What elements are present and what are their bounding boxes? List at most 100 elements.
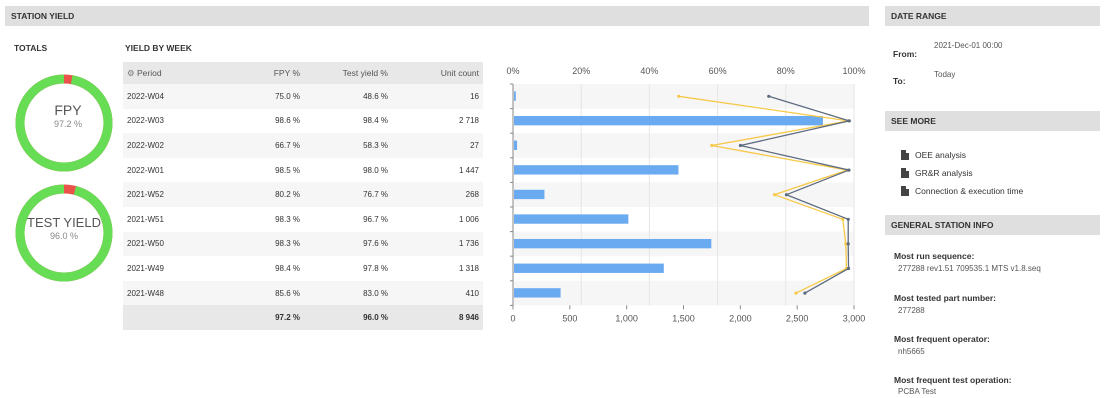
- table-row[interactable]: 2021-W51 98.3 % 96.7 % 1 006: [123, 207, 483, 232]
- unit-count-bar: [514, 238, 712, 249]
- document-icon: [901, 186, 909, 196]
- totals-unit-count-cell: 8 946: [392, 305, 483, 330]
- grr-analysis-link[interactable]: GR&R analysis: [901, 168, 973, 178]
- unit-count-cell: 27: [392, 133, 483, 158]
- fpy-point: [784, 193, 789, 197]
- bottom-axis-tick-label: 2,500: [786, 313, 809, 323]
- totals-test-yield-cell: 96.0 %: [304, 305, 392, 330]
- most-frequent-operator-value: nh5665: [898, 347, 925, 356]
- table-row[interactable]: 2021-W49 98.4 % 97.8 % 1 318: [123, 256, 483, 281]
- test-yield-cell: 83.0 %: [304, 280, 392, 306]
- unit-count-bar: [514, 263, 664, 273]
- unit-count-cell: 1 736: [392, 231, 483, 257]
- chart-row-band: [513, 280, 854, 306]
- test-yield-point: [794, 291, 798, 295]
- unit-count-bar: [514, 189, 545, 200]
- from-value[interactable]: 2021-Dec-01 00:00: [934, 41, 1003, 50]
- top-axis-tick-label: 20%: [572, 66, 590, 76]
- yield-by-week-label: YIELD BY WEEK: [125, 43, 192, 53]
- period-cell: 2021-W51: [127, 214, 164, 224]
- fpy-cell: 80.2 %: [251, 182, 304, 207]
- fpy-cell: 98.5 %: [275, 165, 300, 175]
- unit-count-bar: [514, 165, 679, 175]
- connection-execution-label: Connection & execution time: [915, 186, 1024, 196]
- most-frequent-test-operation-value: PCBA Test: [898, 387, 937, 396]
- unit-count-cell: 268: [392, 182, 483, 207]
- table-row[interactable]: 2022-W01 98.5 % 98.0 % 1 447: [123, 158, 483, 183]
- most-run-sequence-value: 277288 rev1.51 709535.1 MTS v1.8.seq: [898, 264, 1041, 273]
- test-yield-point: [772, 193, 777, 197]
- unit-count-cell: 16: [392, 84, 483, 109]
- test-yield-cell: 76.7 %: [304, 182, 392, 207]
- fpy-cell: 98.4 %: [275, 263, 300, 273]
- totals-label: TOTALS: [14, 43, 48, 53]
- fpy-cell: 85.6 %: [251, 280, 304, 306]
- chart-row-band: [513, 182, 854, 207]
- unit-count-column-header[interactable]: Unit count: [392, 62, 483, 84]
- table-row[interactable]: 2022-W02 66.7 % 58.3 % 27: [123, 133, 483, 158]
- most-run-sequence-label: Most run sequence:: [894, 251, 975, 261]
- document-icon: [901, 150, 909, 160]
- test-yield-column-header[interactable]: Test yield %: [304, 62, 392, 84]
- test-yield-cell: 98.0 %: [363, 165, 388, 175]
- unit-count-cell: 2 718: [458, 116, 479, 126]
- yield-chart: 0% 20% 40% 60% 80% 100% 0 500 1,000 1,500 2,000 2,5…: [506, 66, 866, 323]
- most-frequent-test-operation-label: Most frequent test operation:: [894, 375, 1012, 385]
- bottom-axis-tick-label: 1,000: [615, 313, 638, 323]
- totals-row-spacer: [123, 305, 251, 330]
- totals-fpy-cell: 97.2 %: [251, 305, 304, 330]
- chart-row-band: [513, 84, 854, 109]
- fpy-point: [767, 94, 771, 98]
- oee-analysis-link[interactable]: OEE analysis: [901, 150, 966, 160]
- table-row[interactable]: 2021-W50 98.3 % 97.6 % 1 736: [123, 231, 483, 257]
- period-cell: 2021-W49: [127, 263, 164, 273]
- period-column-header[interactable]: ⚙ Period: [123, 62, 251, 84]
- yield-table: ⚙ Period FPY % Test yield % Unit count 2…: [123, 62, 483, 330]
- table-row[interactable]: 2022-W03 98.6 % 98.4 % 2 718: [123, 109, 483, 134]
- most-tested-part-value: 277288: [898, 306, 925, 315]
- test-yield-title: TEST YIELD: [27, 215, 101, 230]
- gear-icon[interactable]: ⚙: [127, 68, 135, 78]
- oee-analysis-label: OEE analysis: [915, 150, 967, 160]
- connection-execution-link[interactable]: Connection & execution time: [901, 186, 1023, 196]
- test-yield-cell: 48.6 %: [304, 84, 392, 109]
- table-row[interactable]: 2022-W04 75.0 % 48.6 % 16: [123, 84, 483, 109]
- fpy-value: 97.2 %: [53, 119, 83, 129]
- table-row[interactable]: 2021-W52 80.2 % 76.7 % 268: [123, 182, 483, 207]
- fpy-point: [846, 217, 850, 221]
- test-yield-point: [677, 94, 681, 98]
- test-yield-cell: 96.7 %: [363, 214, 388, 224]
- test-yield-cell: 97.6 %: [304, 231, 392, 257]
- document-icon: [901, 168, 909, 178]
- fpy-cell: 66.7 %: [251, 133, 304, 158]
- chart-row-band: [513, 133, 854, 158]
- unit-count-bar: [514, 214, 629, 224]
- period-cell: 2021-W48: [123, 280, 251, 306]
- fpy-cell: 75.0 %: [251, 84, 304, 109]
- fpy-point: [846, 266, 851, 271]
- fpy-column-header[interactable]: FPY %: [251, 62, 304, 84]
- bottom-axis-tick-label: 500: [562, 313, 577, 323]
- period-cell: 2022-W03: [127, 116, 164, 126]
- fpy-point: [803, 291, 807, 295]
- period-cell: 2021-W52: [123, 182, 251, 207]
- unit-count-bar: [514, 288, 561, 298]
- table-row[interactable]: 2021-W48 85.6 % 83.0 % 410: [123, 280, 483, 306]
- test-yield-cell: 97.8 %: [363, 263, 388, 273]
- top-axis-tick-label: 80%: [777, 66, 795, 76]
- to-value[interactable]: Today: [934, 70, 955, 79]
- fpy-point: [847, 168, 851, 172]
- fpy-point: [847, 119, 851, 123]
- period-header-label: Period: [137, 67, 162, 78]
- from-label: From:: [893, 49, 918, 59]
- fpy-cell: 98.6 %: [275, 116, 300, 126]
- bottom-axis-tick-label: 3,000: [843, 313, 866, 323]
- fpy-point: [846, 242, 850, 246]
- period-cell: 2022-W02: [123, 133, 251, 158]
- bottom-axis-tick-label: 1,500: [672, 313, 695, 323]
- period-cell: 2021-W50: [123, 231, 251, 257]
- fpy-point: [738, 143, 743, 148]
- period-cell: 2022-W01: [127, 165, 164, 175]
- to-label: To:: [893, 76, 906, 86]
- period-cell: 2022-W04: [123, 84, 251, 109]
